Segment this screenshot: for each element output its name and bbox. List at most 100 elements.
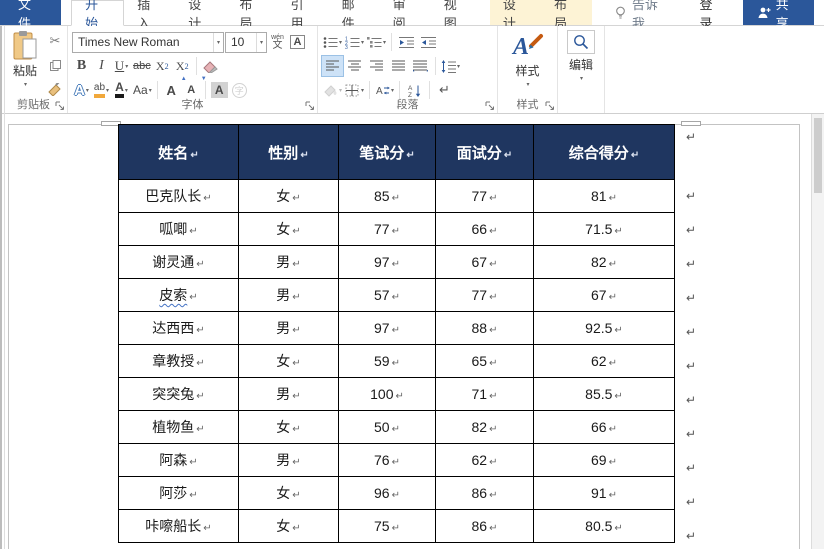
font-size-dropdown-arrow[interactable]: ▾ [255, 32, 266, 52]
decrease-indent-button[interactable] [396, 32, 417, 52]
tab-table-tools-layout[interactable]: 布局 [540, 0, 593, 31]
tab-references[interactable]: 引用 [277, 0, 328, 31]
table-cell[interactable]: 91 ↵ [533, 476, 675, 510]
line-spacing-button[interactable]: ▾ [440, 56, 461, 76]
table-header-cell[interactable]: 性别 ↵ [238, 124, 339, 180]
table-cell[interactable]: 呱唧 ↵ [118, 212, 239, 246]
table-cell[interactable]: 男 ↵ [238, 245, 339, 279]
styles-dropdown-arrow[interactable]: ▾ [526, 81, 529, 88]
vertical-scrollbar[interactable] [811, 114, 824, 549]
table-cell[interactable]: 女 ↵ [238, 509, 339, 543]
table-cell[interactable]: 86 ↵ [435, 476, 534, 510]
table-cell[interactable]: 75 ↵ [338, 509, 436, 543]
table-cell[interactable]: 突突兔 ↵ [118, 377, 239, 411]
font-name-dropdown-arrow[interactable]: ▾ [212, 32, 223, 52]
table-cell[interactable]: 77 ↵ [435, 278, 534, 312]
table-cell[interactable]: 67 ↵ [533, 278, 675, 312]
table-cell[interactable]: 76 ↵ [338, 443, 436, 477]
table-header-cell[interactable]: 姓名 ↵ [118, 124, 239, 180]
table-cell[interactable]: 达西西 ↵ [118, 311, 239, 345]
table-cell[interactable]: 皮索 ↵ [118, 278, 239, 312]
editing-button[interactable]: 编辑 ▾ [558, 30, 604, 82]
table-cell[interactable]: 章教授 ↵ [118, 344, 239, 378]
scrollbar-thumb[interactable] [814, 118, 822, 193]
align-right-button[interactable] [366, 56, 387, 76]
table-cell[interactable]: 62 ↵ [533, 344, 675, 378]
table-cell[interactable]: 谢灵通 ↵ [118, 245, 239, 279]
table-cell[interactable]: 81 ↵ [533, 179, 675, 213]
paste-dropdown-arrow[interactable]: ▾ [24, 81, 27, 88]
table-header-cell[interactable]: 笔试分 ↵ [338, 124, 436, 180]
table-cell[interactable]: 77 ↵ [338, 212, 436, 246]
table-cell[interactable]: 69 ↵ [533, 443, 675, 477]
tab-review[interactable]: 审阅 [380, 0, 431, 31]
phonetic-guide-button[interactable]: wén 文 [268, 32, 287, 52]
table-cell[interactable]: 80.5 ↵ [533, 509, 675, 543]
table-cell[interactable]: 男 ↵ [238, 377, 339, 411]
table-cell[interactable]: 巴克队长 ↵ [118, 179, 239, 213]
paste-button[interactable]: 粘贴 ▾ [6, 30, 44, 102]
bullets-button[interactable]: ▾ [322, 32, 343, 52]
paragraph-dialog-launcher[interactable] [485, 101, 495, 111]
font-size-combo[interactable]: 10 ▾ [225, 31, 267, 53]
table-cell[interactable]: 77 ↵ [435, 179, 534, 213]
tab-design[interactable]: 设计 [175, 0, 226, 31]
bold-button[interactable]: B [72, 56, 91, 76]
table-cell[interactable]: 66 ↵ [435, 212, 534, 246]
tab-layout[interactable]: 布局 [226, 0, 277, 31]
table-cell[interactable]: 男 ↵ [238, 311, 339, 345]
strikethrough-button[interactable]: abc [132, 56, 152, 76]
table-cell[interactable]: 92.5 ↵ [533, 311, 675, 345]
table-cell[interactable]: 66 ↵ [533, 410, 675, 444]
table-cell[interactable]: 女 ↵ [238, 344, 339, 378]
editing-dropdown-arrow[interactable]: ▾ [580, 75, 583, 82]
tab-insert[interactable]: 插入 [124, 0, 175, 31]
font-name-combo[interactable]: Times New Roman ▾ [72, 31, 224, 53]
table-cell[interactable]: 82 ↵ [533, 245, 675, 279]
table-cell[interactable]: 植物鱼 ↵ [118, 410, 239, 444]
table-cell[interactable]: 88 ↵ [435, 311, 534, 345]
styles-dialog-launcher[interactable] [545, 101, 555, 111]
table-cell[interactable]: 100 ↵ [338, 377, 436, 411]
copy-button[interactable] [46, 56, 64, 74]
subscript-button[interactable]: X2 [153, 56, 172, 76]
table-cell[interactable]: 女 ↵ [238, 179, 339, 213]
table-cell[interactable]: 82 ↵ [435, 410, 534, 444]
table-cell[interactable]: 71.5 ↵ [533, 212, 675, 246]
tab-mailings[interactable]: 邮件 [329, 0, 380, 31]
align-center-button[interactable] [344, 56, 365, 76]
table-cell[interactable]: 97 ↵ [338, 245, 436, 279]
table-cell[interactable]: 女 ↵ [238, 212, 339, 246]
tab-table-tools-design[interactable]: 设计 [489, 0, 541, 31]
multilevel-list-button[interactable]: ▾ [366, 32, 387, 52]
table-cell[interactable]: 85.5 ↵ [533, 377, 675, 411]
table-cell[interactable]: 71 ↵ [435, 377, 534, 411]
table-cell[interactable]: 67 ↵ [435, 245, 534, 279]
table-cell[interactable]: 57 ↵ [338, 278, 436, 312]
align-left-button[interactable] [321, 55, 344, 77]
character-border-button[interactable]: A [288, 32, 307, 52]
increase-indent-button[interactable] [418, 32, 439, 52]
italic-button[interactable]: I [92, 56, 111, 76]
clipboard-dialog-launcher[interactable] [55, 101, 65, 111]
justify-button[interactable] [388, 56, 409, 76]
table-cell[interactable]: 97 ↵ [338, 311, 436, 345]
table-cell[interactable]: 男 ↵ [238, 278, 339, 312]
table-cell[interactable]: 62 ↵ [435, 443, 534, 477]
tab-view[interactable]: 视图 [431, 0, 482, 31]
frame-handle[interactable] [681, 121, 701, 126]
table-header-cell[interactable]: 面试分 ↵ [435, 124, 534, 180]
table-cell[interactable]: 86 ↵ [435, 509, 534, 543]
table-header-cell[interactable]: 综合得分 ↵ [533, 124, 675, 180]
numbering-button[interactable]: 123 ▾ [344, 32, 365, 52]
clear-formatting-button[interactable] [201, 56, 220, 76]
underline-button[interactable]: U ▾ [112, 56, 131, 76]
table-cell[interactable]: 阿莎 ↵ [118, 476, 239, 510]
table-cell[interactable]: 女 ↵ [238, 476, 339, 510]
table-cell[interactable]: 咔嚓船长 ↵ [118, 509, 239, 543]
table-cell[interactable]: 65 ↵ [435, 344, 534, 378]
table-cell[interactable]: 85 ↵ [338, 179, 436, 213]
styles-button[interactable]: A 样式 ▾ [498, 30, 557, 88]
share-button[interactable]: 共享 [742, 0, 814, 31]
tab-home[interactable]: 开始 [71, 0, 125, 31]
